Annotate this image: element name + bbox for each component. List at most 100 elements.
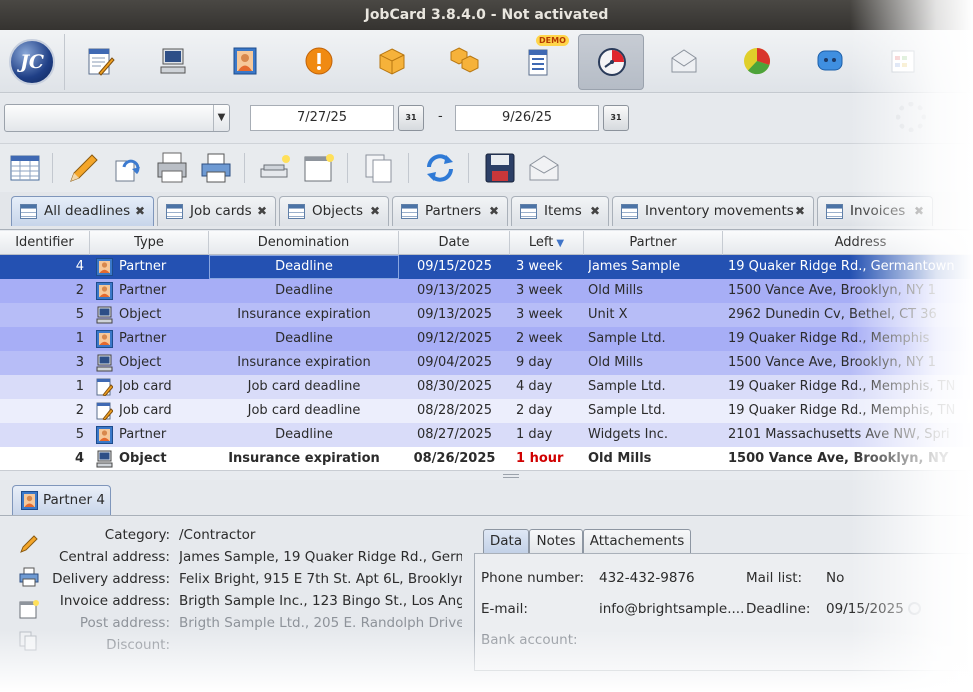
cell-address: 1500 Vance Ave, Brooklyn, NY 1	[728, 283, 936, 298]
table-row[interactable]: 2 Partner Deadline 09/13/2025 3 week Old Mill…	[0, 279, 973, 303]
table-row[interactable]: 5 Object Insurance expiration 09/13/2025 3 w…	[0, 303, 973, 327]
table-row[interactable]: 5 Partner Deadline 08/27/2025 1 day Widgets I…	[0, 423, 973, 447]
date-to-calendar-button[interactable]: 31	[603, 105, 629, 131]
detail-tab-label: Partner 4	[43, 492, 105, 508]
save-icon[interactable]	[483, 151, 517, 185]
print-icon[interactable]	[19, 567, 39, 587]
tab-data[interactable]: Data	[483, 529, 529, 554]
tab-partners[interactable]: Partners ✖	[392, 196, 508, 226]
job-cards-button[interactable]	[67, 34, 133, 90]
inventory-button[interactable]	[432, 34, 498, 90]
column-header-type[interactable]: Type	[90, 231, 209, 255]
objects-button[interactable]	[140, 34, 206, 90]
close-icon[interactable]: ✖	[795, 197, 805, 225]
new-object-icon[interactable]	[258, 151, 292, 185]
mail-button[interactable]	[651, 34, 717, 90]
table-icon	[166, 204, 183, 219]
close-icon[interactable]: ✖	[370, 197, 380, 225]
table-row[interactable]: 1 Partner Deadline 09/12/2025 2 week Sample L…	[0, 327, 973, 351]
table-icon	[288, 204, 305, 219]
tab-all-deadlines[interactable]: All deadlines ✖	[11, 196, 154, 226]
table-icon	[826, 204, 843, 219]
date-from-calendar-button[interactable]: 31	[398, 105, 424, 131]
jobcard-icon	[96, 402, 114, 421]
jobcard-icon	[96, 378, 114, 397]
print-list-icon[interactable]	[155, 151, 189, 185]
alerts-button[interactable]	[286, 34, 352, 90]
column-header-date[interactable]: Date	[399, 231, 510, 255]
tab-job-cards[interactable]: Job cards ✖	[157, 196, 276, 226]
table-row[interactable]: 3 Object Insurance expiration 09/04/2025 9 d…	[0, 351, 973, 375]
duplicate-icon[interactable]	[110, 151, 144, 185]
date-from-field[interactable]: 7/27/25	[250, 105, 394, 131]
cell-id: 4	[75, 259, 84, 274]
edit-pencil-icon[interactable]	[66, 151, 100, 185]
partner-icon	[233, 47, 257, 75]
splitter-handle[interactable]	[503, 474, 519, 478]
jobcard-logo[interactable]: JC	[9, 39, 55, 85]
chevron-down-icon[interactable]: ▼	[213, 105, 229, 131]
table-view-icon[interactable]	[8, 151, 42, 185]
email-icon[interactable]	[527, 151, 561, 185]
data-subpanel: Phone number: 432-432-9876 Mail list: No…	[474, 553, 973, 671]
post-address-label: Post address:	[79, 615, 170, 631]
table-row[interactable]: 1 Job card Job card deadline 08/30/2025 4 da…	[0, 375, 973, 399]
refresh-icon[interactable]	[423, 151, 457, 185]
calendar-button[interactable]	[870, 34, 936, 90]
partner-icon	[21, 491, 38, 510]
detail-subtabs: Data Notes Attachements Phone number: 43…	[474, 527, 973, 677]
object-icon	[96, 306, 113, 324]
column-header-partner[interactable]: Partner	[584, 231, 723, 255]
delivery-address-value: Felix Bright, 915 E 7th St. Apt 6L, Broo…	[179, 571, 462, 587]
tab-invoices[interactable]: Invoices ✖	[817, 196, 933, 226]
statistics-button[interactable]	[724, 34, 790, 90]
item-box-icon	[379, 48, 405, 75]
cell-date: 09/12/2025	[417, 331, 492, 346]
sort-descending-icon: ▼	[556, 238, 565, 249]
copy-icon[interactable]	[19, 631, 39, 651]
chat-button[interactable]	[797, 34, 863, 90]
close-icon[interactable]: ✖	[135, 197, 145, 225]
column-header-left[interactable]: Left ▼	[510, 231, 584, 255]
date-to-field[interactable]: 9/26/25	[455, 105, 599, 131]
tab-attachements[interactable]: Attachements	[583, 529, 691, 554]
column-header-denomination[interactable]: Denomination	[209, 231, 399, 255]
deadlines-button[interactable]	[578, 34, 644, 90]
cell-type: Object	[119, 451, 167, 466]
partners-button[interactable]	[212, 34, 278, 90]
tab-inventory-movements[interactable]: Inventory movements ✖	[612, 196, 814, 226]
tab-objects[interactable]: Objects ✖	[279, 196, 389, 226]
print-icon[interactable]	[199, 151, 233, 185]
deadline-filter-combo[interactable]: ▼	[4, 104, 230, 132]
tab-items[interactable]: Items ✖	[511, 196, 609, 226]
toolbar-separator	[244, 153, 245, 183]
edit-pencil-icon[interactable]	[19, 534, 39, 554]
close-icon[interactable]: ✖	[914, 197, 924, 225]
new-window-icon[interactable]	[302, 151, 336, 185]
central-address-label: Central address:	[58, 549, 170, 565]
table-icon	[520, 204, 537, 219]
table-row[interactable]: 2 Job card Job card deadline 08/28/2025 2 da…	[0, 399, 973, 423]
column-header-identifier[interactable]: Identifier	[0, 231, 90, 255]
delivery-address-label: Delivery address:	[52, 571, 170, 587]
cell-partner: Sample Ltd.	[588, 331, 666, 346]
copy-icon[interactable]	[362, 151, 396, 185]
close-icon[interactable]: ✖	[590, 197, 600, 225]
table-row[interactable]: 4 Partner Deadline 09/15/2025 3 week James Sa…	[0, 255, 973, 279]
central-address-value: James Sample, 19 Quaker Ridge Rd., Germa…	[179, 549, 462, 565]
column-header-address[interactable]: Address	[723, 231, 973, 255]
items-button[interactable]	[359, 34, 425, 90]
bank-account-label: Bank account:	[481, 632, 578, 648]
close-icon[interactable]: ✖	[257, 197, 267, 225]
partner-icon	[96, 330, 113, 348]
clock-icon[interactable]	[907, 602, 921, 615]
close-icon[interactable]: ✖	[489, 197, 499, 225]
gear-icon[interactable]	[896, 102, 926, 132]
invoices-button[interactable]: DEMO	[505, 34, 571, 90]
tab-label: Partners	[425, 203, 482, 219]
new-window-icon[interactable]	[19, 599, 39, 619]
tab-notes[interactable]: Notes	[529, 529, 583, 554]
table-row[interactable]: 4 Object Insurance expiration 08/26/2025 1 h…	[0, 447, 973, 471]
tab-partner-detail[interactable]: Partner 4	[12, 485, 111, 515]
cell-partner: Widgets Inc.	[588, 427, 669, 442]
